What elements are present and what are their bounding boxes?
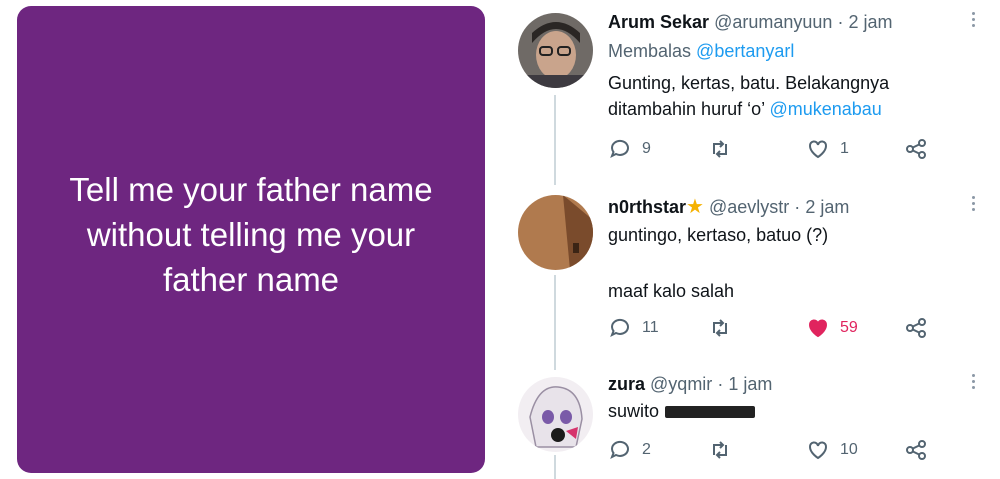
- avatar[interactable]: [518, 195, 593, 270]
- more-options-icon[interactable]: [972, 196, 978, 211]
- tweet-text: suwito: [608, 398, 756, 424]
- tweet-text-line: suwito: [608, 401, 660, 421]
- user-handle[interactable]: @arumanyuun: [714, 12, 832, 32]
- share-button[interactable]: [904, 316, 928, 340]
- avatar[interactable]: [518, 13, 593, 88]
- like-count: 10: [840, 441, 858, 458]
- replying-to-line: Membalas @bertanyarl: [608, 38, 794, 64]
- share-button[interactable]: [904, 137, 928, 161]
- tweet-text: Gunting, kertas, batu. Belakangnya ditam…: [608, 70, 889, 122]
- timestamp[interactable]: 2 jam: [848, 12, 892, 32]
- reply-icon: [610, 440, 629, 460]
- like-count: 1: [840, 140, 849, 157]
- reply-button[interactable]: 2: [608, 438, 651, 462]
- separator-dot: ·: [837, 12, 844, 32]
- tweet[interactable]: zura @yqmir · 1 jam suwito 2 10: [500, 372, 1000, 479]
- reply-button[interactable]: 9: [608, 137, 651, 161]
- reply-count: 9: [642, 140, 651, 157]
- tweet-actions: 11 59: [608, 316, 928, 342]
- replying-label: Membalas: [608, 41, 692, 61]
- tweet-header: zura @yqmir · 1 jam: [608, 372, 772, 396]
- image-card-text: Tell me your father name without telling…: [69, 171, 433, 298]
- retweet-icon: [713, 319, 727, 337]
- like-button[interactable]: 10: [806, 438, 858, 462]
- display-name[interactable]: zura: [608, 374, 645, 394]
- star-icon: ★: [686, 196, 704, 218]
- share-icon: [906, 139, 926, 159]
- tweet-header: n0rthstar★ @aevlystr · 2 jam: [608, 195, 849, 219]
- reply-icon: [610, 318, 629, 338]
- heart-icon: [809, 140, 827, 159]
- display-name[interactable]: n0rthstar: [608, 197, 686, 217]
- retweet-button[interactable]: [708, 316, 742, 340]
- tweet-text-fragment: ditambahin huruf ‘o’: [608, 99, 765, 119]
- timestamp[interactable]: 1 jam: [728, 374, 772, 394]
- reply-count: 11: [642, 319, 659, 336]
- tweet-text-line: ditambahin huruf ‘o’ @mukenabau: [608, 96, 889, 122]
- share-icon: [906, 440, 926, 460]
- tweet-actions: 9 1: [608, 137, 928, 163]
- avatar-anime-icon: [518, 377, 593, 452]
- redaction-bar: [665, 406, 756, 419]
- reply-count: 2: [642, 441, 651, 458]
- body-mention[interactable]: @mukenabau: [769, 99, 881, 119]
- heart-filled-icon: [809, 319, 827, 338]
- timestamp[interactable]: 2 jam: [805, 197, 849, 217]
- user-handle[interactable]: @yqmir: [650, 374, 712, 394]
- image-card: Tell me your father name without telling…: [17, 6, 485, 473]
- tweet-text-line: maaf kalo salah: [608, 281, 735, 301]
- reply-icon: [610, 139, 629, 159]
- share-button[interactable]: [904, 438, 928, 462]
- avatar-photo-icon: [518, 195, 593, 270]
- reply-button[interactable]: 11: [608, 316, 659, 340]
- like-count: 59: [840, 319, 858, 336]
- more-options-icon[interactable]: [972, 374, 978, 389]
- like-button[interactable]: 1: [806, 137, 849, 161]
- tweet-text-line: Gunting, kertas, batu. Belakangnya: [608, 73, 890, 93]
- retweet-button[interactable]: [708, 438, 742, 462]
- separator-dot: ·: [717, 374, 724, 394]
- retweet-icon: [713, 441, 727, 459]
- avatar-photo-icon: [518, 13, 593, 88]
- tweet-actions: 2 10: [608, 438, 928, 464]
- tweet-header: Arum Sekar @arumanyuun · 2 jam: [608, 10, 892, 34]
- avatar[interactable]: [518, 377, 593, 452]
- share-icon: [906, 318, 926, 338]
- replying-to-mention[interactable]: @bertanyarl: [696, 41, 794, 61]
- tweet-text-line: guntingo, kertaso, batuo (?): [608, 225, 829, 245]
- like-button[interactable]: 59: [806, 316, 858, 340]
- retweet-button[interactable]: [708, 137, 742, 161]
- more-options-icon[interactable]: [972, 12, 978, 27]
- tweet[interactable]: n0rthstar★ @aevlystr · 2 jam guntingo, k…: [500, 190, 1000, 360]
- user-handle[interactable]: @aevlystr: [709, 197, 789, 217]
- heart-icon: [809, 441, 827, 460]
- tweet[interactable]: Arum Sekar @arumanyuun · 2 jam Membalas …: [500, 8, 1000, 178]
- display-name[interactable]: Arum Sekar: [608, 12, 709, 32]
- retweet-icon: [713, 140, 727, 158]
- separator-dot: ·: [794, 197, 801, 217]
- reply-thread: Arum Sekar @arumanyuun · 2 jam Membalas …: [500, 0, 1000, 479]
- tweet-text: guntingo, kertaso, batuo (?) maaf kalo s…: [608, 222, 828, 304]
